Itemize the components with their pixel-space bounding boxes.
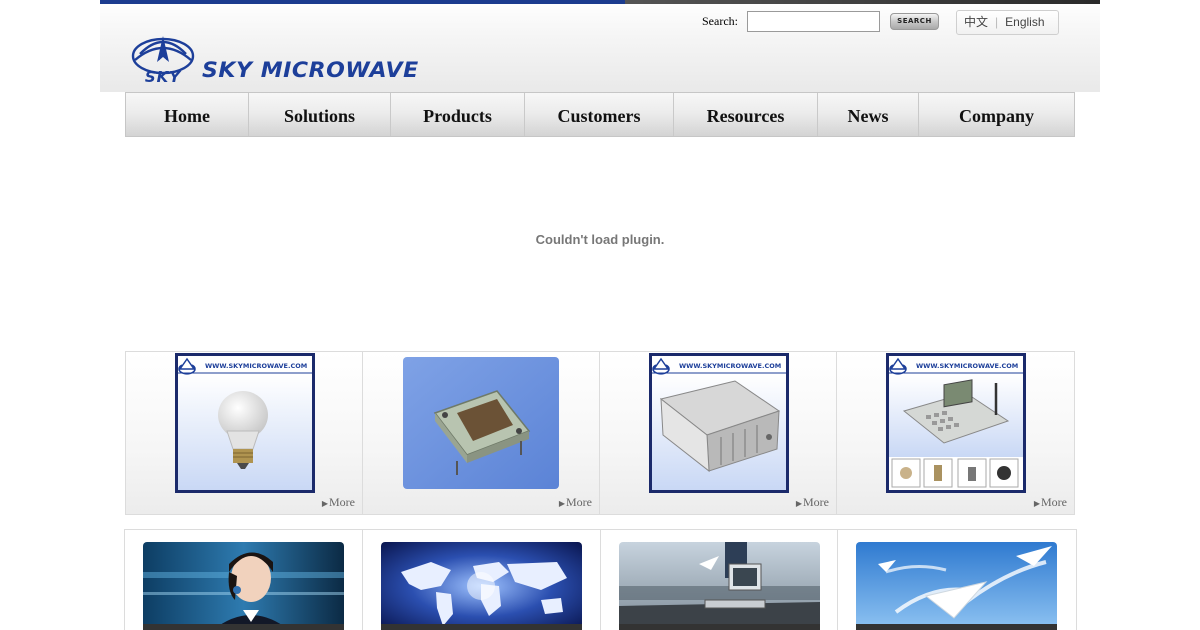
nav-news[interactable]: News bbox=[818, 93, 919, 136]
world-map-photo[interactable] bbox=[380, 542, 582, 630]
search-button[interactable]: SEARCH bbox=[890, 13, 939, 30]
more-link[interactable]: ▶More bbox=[559, 495, 592, 510]
more-link[interactable]: ▶More bbox=[322, 495, 355, 510]
feature-card bbox=[125, 530, 363, 630]
paper-planes-photo[interactable] bbox=[856, 542, 1058, 630]
rf-enclosure-image[interactable]: WWW.SKYMICROWAVE.COM bbox=[649, 353, 789, 493]
brand-name: SKY MICROWAVE bbox=[202, 58, 419, 82]
nav-home[interactable]: Home bbox=[126, 93, 249, 136]
nav-resources[interactable]: Resources bbox=[674, 93, 818, 136]
more-link[interactable]: ▶More bbox=[796, 495, 829, 510]
feature-grid bbox=[124, 529, 1077, 630]
product-grid: WWW.SKYMICROWAVE.COM ▶More ▶More WWW.SKY… bbox=[125, 351, 1075, 515]
nav-solutions[interactable]: Solutions bbox=[249, 93, 391, 136]
product-card: ▶More bbox=[363, 352, 600, 514]
search-label: Search: bbox=[702, 14, 738, 28]
nav-products[interactable]: Products bbox=[391, 93, 525, 136]
office-workstation-photo[interactable] bbox=[618, 542, 820, 630]
microwave-module-image[interactable] bbox=[401, 355, 561, 491]
led-bulb-image[interactable]: WWW.SKYMICROWAVE.COM bbox=[175, 353, 315, 493]
nav-customers[interactable]: Customers bbox=[525, 93, 674, 136]
feature-card bbox=[838, 530, 1076, 630]
plugin-error-message: Couldn't load plugin. bbox=[535, 232, 665, 247]
top-accent-bar bbox=[100, 0, 1100, 4]
product-watermark: WWW.SKYMICROWAVE.COM bbox=[679, 362, 781, 370]
more-link[interactable]: ▶More bbox=[1034, 495, 1067, 510]
product-card: WWW.SKYMICROWAVE.COM ▶More bbox=[126, 352, 363, 514]
main-nav: Home Solutions Products Customers Resour… bbox=[125, 92, 1075, 137]
feature-card bbox=[363, 530, 601, 630]
site-logo[interactable]: SKY SKY MICROWAVE bbox=[130, 32, 430, 84]
product-card: WWW.SKYMICROWAVE.COM ▶More bbox=[837, 352, 1074, 514]
language-chinese-link[interactable]: 中文 bbox=[964, 15, 988, 29]
header: Search: SEARCH 中文 | English SKY SKY MICROW… bbox=[100, 0, 1100, 92]
logo-mark-text: SKY bbox=[145, 68, 182, 84]
logo-mark-icon: SKY bbox=[131, 36, 195, 84]
support-agent-photo[interactable] bbox=[143, 542, 344, 630]
feature-card bbox=[601, 530, 839, 630]
desk-phone-image[interactable]: WWW.SKYMICROWAVE.COM bbox=[886, 353, 1026, 493]
page: Search: SEARCH 中文 | English SKY SKY MICROW… bbox=[100, 0, 1100, 630]
product-watermark: WWW.SKYMICROWAVE.COM bbox=[205, 362, 307, 370]
nav-company[interactable]: Company bbox=[919, 93, 1074, 136]
product-card: WWW.SKYMICROWAVE.COM ▶More bbox=[600, 352, 837, 514]
product-watermark: WWW.SKYMICROWAVE.COM bbox=[916, 362, 1018, 370]
language-switcher: 中文 | English bbox=[956, 10, 1059, 35]
language-english-link[interactable]: English bbox=[1005, 15, 1044, 29]
search-input[interactable] bbox=[747, 11, 880, 32]
